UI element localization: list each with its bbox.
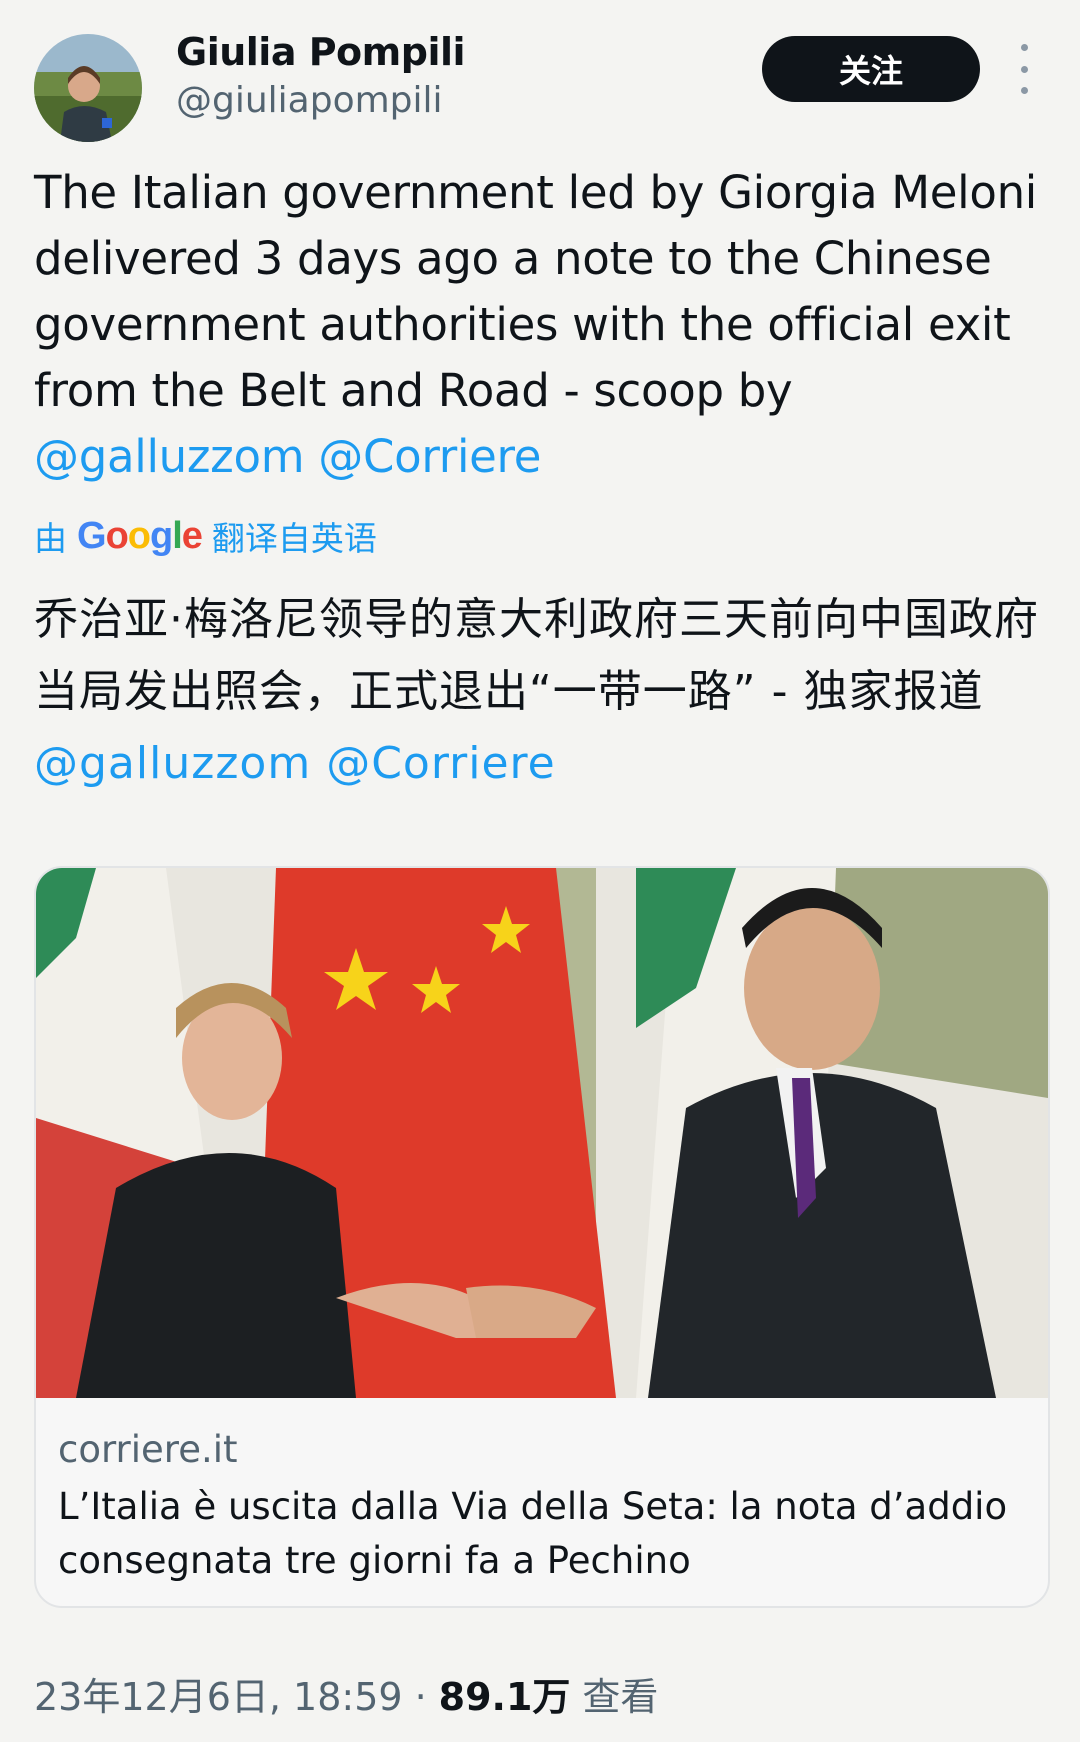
translation-prefix: 由 bbox=[34, 519, 67, 558]
more-dot bbox=[1020, 65, 1028, 73]
mention-link[interactable]: @galluzzom bbox=[34, 430, 305, 483]
mention-link[interactable]: @Corriere bbox=[318, 430, 541, 483]
translation-suffix: 翻译自英语 bbox=[211, 519, 377, 558]
tweet-meta: 23年12月6日, 18:59 · 89.1万 查看 bbox=[34, 1666, 658, 1721]
more-dot bbox=[1020, 87, 1028, 94]
translated-body: 乔治亚·梅洛尼领导的意大利政府三天前向中国政府当局发出照会，正式退出“一带一路”… bbox=[34, 594, 1039, 717]
article-image bbox=[36, 868, 1048, 1398]
tweet-body: The Italian government led by Giorgia Me… bbox=[34, 166, 1038, 417]
views-label: 查看 bbox=[582, 1675, 659, 1719]
card-domain: corriere.it bbox=[58, 1428, 238, 1471]
views-count: 89.1万 bbox=[438, 1675, 571, 1719]
translation-attribution[interactable]: 由 Google 翻译自英语 bbox=[34, 512, 377, 560]
mention-link[interactable]: @Corriere bbox=[326, 738, 556, 789]
tweet-datetime[interactable]: 23年12月6日, 18:59 bbox=[34, 1666, 403, 1721]
more-vertical-icon[interactable] bbox=[1010, 44, 1038, 94]
link-preview-card[interactable]: corriere.it L’Italia è uscita dalla Via … bbox=[34, 866, 1050, 1608]
follow-button[interactable]: 关注 bbox=[762, 36, 980, 102]
translated-text: 乔治亚·梅洛尼领导的意大利政府三天前向中国政府当局发出照会，正式退出“一带一路”… bbox=[34, 584, 1054, 800]
google-logo: Google bbox=[77, 514, 203, 557]
author-avatar[interactable] bbox=[34, 34, 142, 142]
avatar-photo bbox=[34, 34, 142, 142]
tweet-text: The Italian government led by Giorgia Me… bbox=[34, 160, 1044, 490]
author-name[interactable]: Giulia Pompili bbox=[176, 30, 466, 74]
more-dot bbox=[1020, 44, 1028, 51]
mention-link[interactable]: @galluzzom bbox=[34, 738, 311, 789]
card-title: L’Italia è uscita dalla Via della Seta: … bbox=[58, 1485, 1008, 1582]
author-handle[interactable]: @giuliapompili bbox=[176, 80, 443, 121]
meta-separator: · bbox=[414, 1675, 427, 1719]
